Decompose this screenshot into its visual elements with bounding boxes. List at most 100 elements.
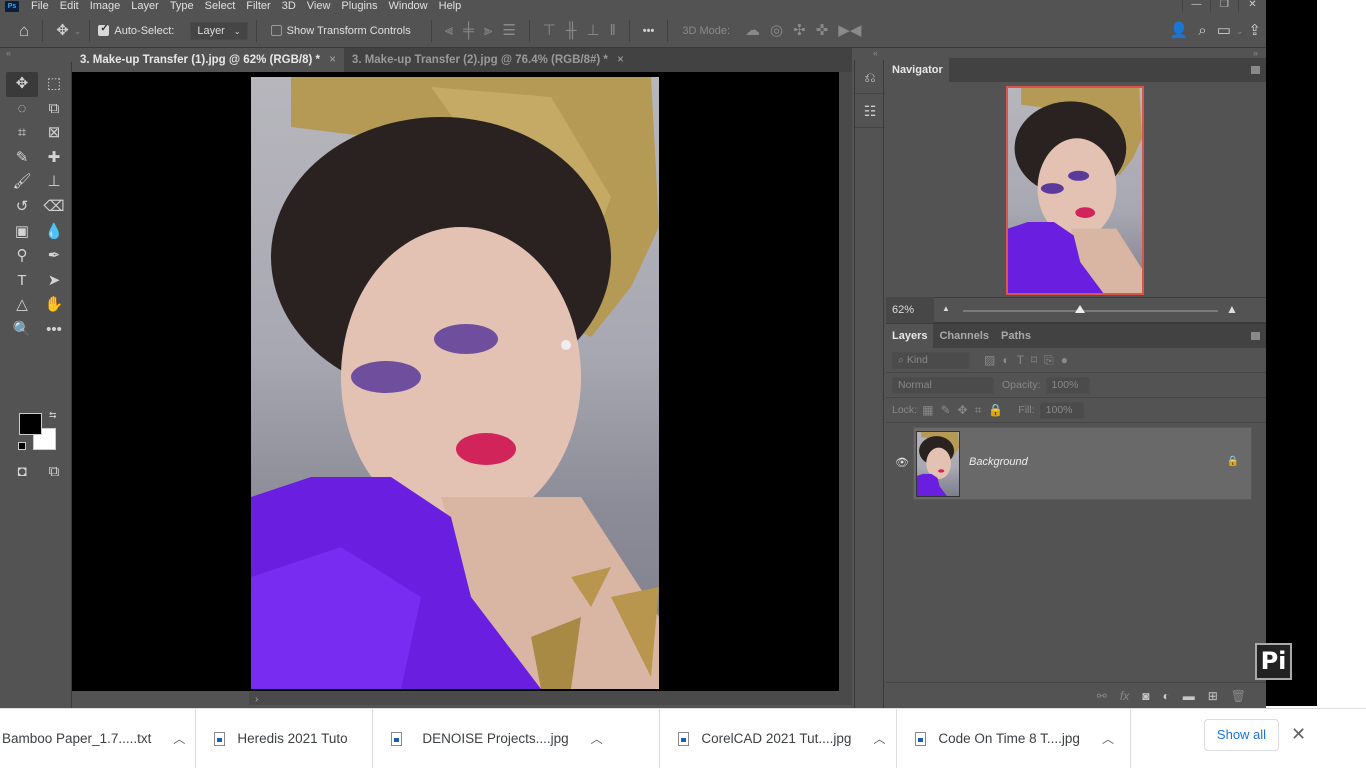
lock-image-icon[interactable]: ✎	[940, 403, 950, 417]
zoom-slider[interactable]	[963, 305, 1218, 313]
adjustment-filter-icon[interactable]: ◐	[1002, 353, 1009, 367]
chevron-down-icon[interactable]: ⌄	[74, 21, 82, 41]
menu-window[interactable]: Window	[389, 1, 428, 12]
move-tool-icon[interactable]: ✥	[51, 21, 74, 41]
more-options-icon[interactable]: •••	[638, 21, 660, 41]
layer-style-icon[interactable]: fx	[1120, 689, 1129, 703]
align-vertical-center-icon[interactable]: ╫	[561, 21, 582, 41]
align-left-icon[interactable]: ⫷	[440, 21, 458, 41]
new-layer-icon[interactable]: ⊞	[1208, 689, 1218, 703]
type-filter-icon[interactable]: T	[1017, 353, 1024, 367]
search-icon[interactable]: ⌕	[1193, 21, 1211, 41]
new-group-icon[interactable]: ▬	[1183, 689, 1195, 703]
object-select-tool-icon[interactable]: ⧉	[38, 97, 70, 122]
3d-slide-icon[interactable]: ✜	[811, 21, 834, 41]
type-tool-icon[interactable]: T	[6, 269, 38, 294]
path-select-tool-icon[interactable]: ➤	[38, 269, 70, 294]
crop-tool-icon[interactable]: ⌗	[6, 121, 38, 146]
tab-paths[interactable]: Paths	[995, 324, 1037, 348]
more-tools-icon[interactable]: •••	[38, 318, 70, 343]
zoom-in-icon[interactable]: ▲	[1226, 302, 1238, 316]
workspace-icon[interactable]: ▭	[1212, 21, 1236, 41]
eraser-tool-icon[interactable]: ⌫	[38, 195, 70, 220]
close-download-bar-icon[interactable]: ✕	[1291, 724, 1306, 745]
document-tab-2[interactable]: 3. Make-up Transfer (2).jpg @ 76.4% (RGB…	[343, 48, 632, 72]
menu-type[interactable]: Type	[170, 1, 194, 12]
download-item[interactable]: Code On Time 8 T....jpg ︿	[897, 708, 1132, 768]
3d-scale-icon[interactable]: ▶◀	[833, 21, 866, 41]
document-tab-1[interactable]: 3. Make-up Transfer (1).jpg @ 62% (RGB/8…	[72, 48, 344, 72]
download-item[interactable]: CorelCAD 2021 Tut....jpg ︿	[660, 708, 898, 768]
distribute-horizontal-icon[interactable]: ‖	[605, 21, 621, 41]
collapse-dock-icon[interactable]: «	[873, 48, 878, 58]
download-item[interactable]: Heredis 2021 Tuto	[196, 708, 374, 768]
menu-help[interactable]: Help	[439, 1, 462, 12]
3d-roll-icon[interactable]: ◎	[765, 21, 788, 41]
eyedropper-tool-icon[interactable]: ✎	[6, 146, 38, 171]
close-tab-icon[interactable]: ×	[617, 54, 624, 66]
pen-tool-icon[interactable]: ✒	[38, 244, 70, 269]
canvas-area[interactable]	[72, 72, 839, 691]
tab-channels[interactable]: Channels	[933, 324, 995, 348]
download-item[interactable]: DENOISE Projects....jpg ︿	[373, 708, 661, 768]
filter-toggle-icon[interactable]: ●	[1061, 353, 1068, 367]
layer-kind-filter[interactable]: ⌕ Kind	[892, 351, 970, 369]
tab-navigator[interactable]: Navigator	[886, 58, 949, 82]
brush-tool-icon[interactable]: 🖌	[6, 170, 38, 195]
menu-image[interactable]: Image	[90, 1, 121, 12]
foreground-color-swatch[interactable]	[19, 413, 42, 435]
align-bottom-icon[interactable]: ⊥	[581, 21, 604, 41]
move-tool-icon[interactable]: ✥	[6, 72, 38, 97]
auto-select-target-dropdown[interactable]: Layer ⌄	[190, 21, 248, 40]
history-panel-icon[interactable]: ⎌	[855, 60, 885, 94]
align-horizontal-center-icon[interactable]: ╪	[458, 21, 479, 41]
zoom-slider-thumb[interactable]	[1075, 305, 1086, 313]
navigator-preview[interactable]	[1006, 86, 1144, 295]
collapse-left-icon[interactable]: «	[6, 48, 11, 58]
share-icon[interactable]: ⇪	[1243, 21, 1266, 41]
vertical-scrollbar[interactable]	[839, 72, 852, 705]
marquee-tool-icon[interactable]: ⬚	[38, 72, 70, 97]
screen-mode-icon[interactable]: ⧉	[38, 460, 70, 484]
tab-layers[interactable]: Layers	[886, 324, 934, 348]
horizontal-scrollbar[interactable]: ›	[249, 691, 839, 705]
delete-layer-icon[interactable]: 🗑	[1231, 689, 1246, 703]
menu-filter[interactable]: Filter	[246, 1, 270, 12]
chevron-up-icon[interactable]: ︿	[873, 730, 885, 747]
distribute-vertical-icon[interactable]: ☰	[497, 21, 520, 41]
properties-panel-icon[interactable]: ☷	[855, 94, 885, 128]
lock-artboard-icon[interactable]: ⌗	[975, 403, 982, 418]
fill-field[interactable]: 100%	[1039, 401, 1084, 419]
quick-mask-icon[interactable]: ◘	[6, 460, 38, 484]
menu-view[interactable]: View	[307, 1, 331, 12]
show-all-button[interactable]: Show all	[1204, 719, 1279, 751]
hand-tool-icon[interactable]: ✋	[38, 293, 70, 318]
clone-stamp-tool-icon[interactable]: ⊥	[38, 170, 70, 195]
download-item[interactable]: Bamboo Paper_1.7.....txt ︿	[0, 708, 197, 768]
align-top-icon[interactable]: ⊤	[538, 21, 561, 41]
shape-tool-icon[interactable]: △	[6, 293, 38, 318]
chevron-up-icon[interactable]: ︿	[591, 730, 603, 747]
3d-orbit-icon[interactable]: ☁	[740, 21, 765, 41]
visibility-eye-icon[interactable]: 👁	[895, 456, 909, 469]
lock-transparent-icon[interactable]: ▦	[922, 403, 933, 417]
dodge-tool-icon[interactable]: ⚲	[6, 244, 38, 269]
link-layers-icon[interactable]: ⚯	[1097, 689, 1107, 703]
expand-panels-icon[interactable]: »	[1253, 48, 1258, 58]
home-icon[interactable]: ⌂	[14, 21, 34, 41]
default-colors-icon[interactable]	[18, 442, 26, 450]
gradient-tool-icon[interactable]: ▣	[6, 220, 38, 245]
menu-edit[interactable]: Edit	[60, 1, 79, 12]
chevron-up-icon[interactable]: ︿	[173, 730, 185, 747]
auto-select-checkbox[interactable]	[98, 23, 110, 36]
add-mask-icon[interactable]: ◙	[1142, 689, 1149, 703]
shape-filter-icon[interactable]: ⌑	[1031, 353, 1037, 367]
minimize-button[interactable]: —	[1182, 0, 1210, 12]
menu-layer[interactable]: Layer	[131, 1, 159, 12]
menu-3d[interactable]: 3D	[282, 1, 296, 12]
align-right-icon[interactable]: ⫸	[479, 21, 497, 41]
show-transform-checkbox[interactable]	[270, 25, 282, 36]
zoom-out-icon[interactable]: ▲	[942, 304, 950, 313]
healing-brush-tool-icon[interactable]: ✚	[38, 146, 70, 171]
close-button[interactable]: ✕	[1238, 0, 1266, 12]
